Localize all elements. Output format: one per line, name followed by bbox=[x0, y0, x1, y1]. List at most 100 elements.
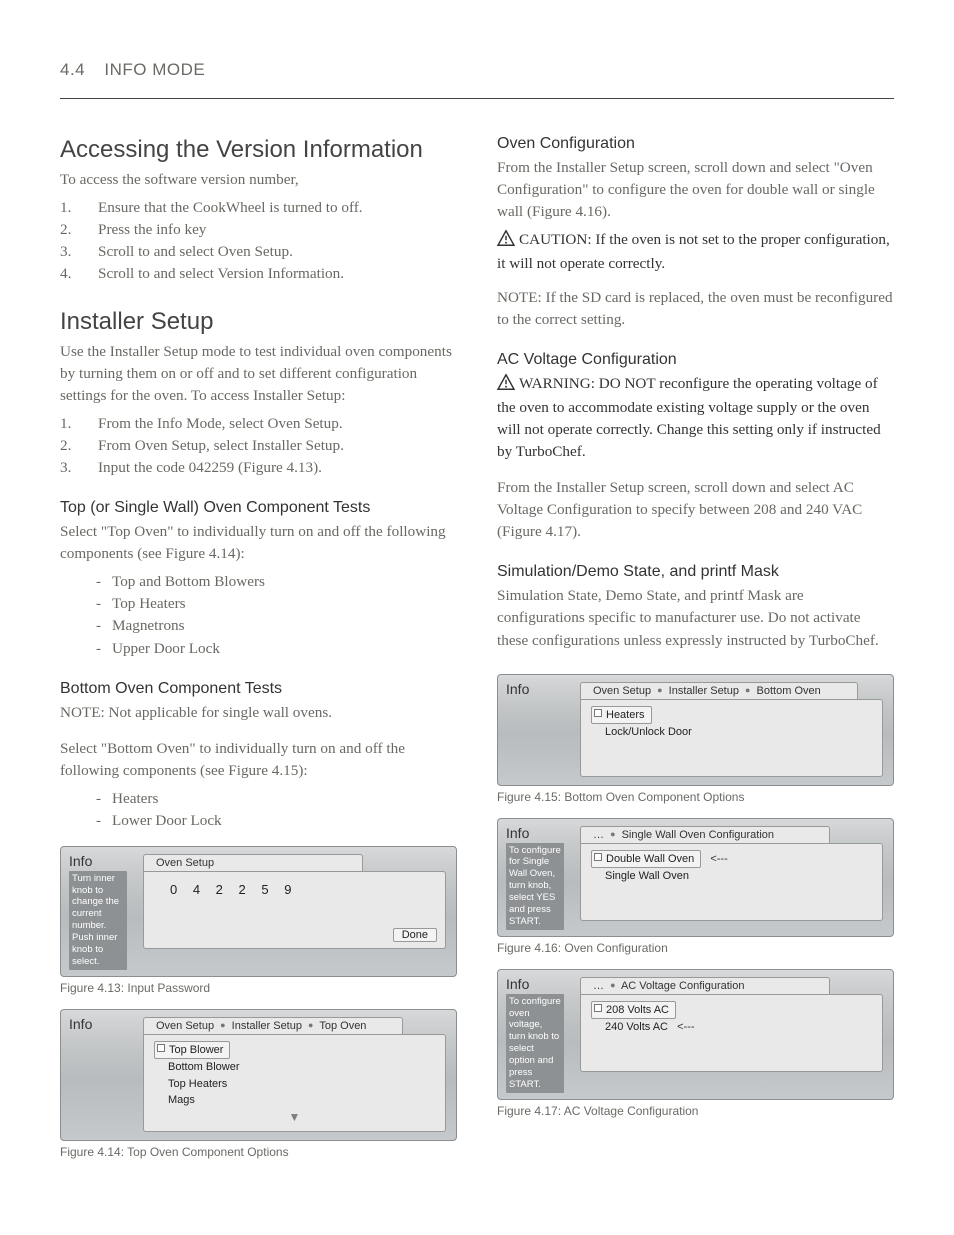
oven-config-intro: From the Installer Setup screen, scroll … bbox=[497, 157, 894, 223]
step: Scroll to and select Version Information… bbox=[60, 263, 457, 285]
list-item: Lower Door Lock bbox=[96, 810, 457, 832]
crumb: Installer Setup bbox=[669, 685, 739, 697]
figure-caption: Figure 4.14: Top Oven Component Options bbox=[60, 1145, 457, 1159]
menu-item[interactable]: Single Wall Oven bbox=[591, 868, 872, 885]
lcd-sidebar-note: Turn inner knob to change the current nu… bbox=[69, 871, 127, 970]
lcd-panel: Double Wall Oven <--- Single Wall Oven bbox=[580, 843, 883, 921]
crumb: AC Voltage Configuration bbox=[621, 980, 745, 992]
access-intro: To access the software version number, bbox=[60, 169, 457, 191]
lcd-title: Info bbox=[69, 1016, 127, 1032]
list-item: Top and Bottom Blowers bbox=[96, 571, 457, 593]
breadcrumb-sep-icon: ● bbox=[657, 685, 662, 695]
crumb: Bottom Oven bbox=[757, 685, 821, 697]
step: Scroll to and select Oven Setup. bbox=[60, 241, 457, 263]
figure-4-17: Info To configure oven voltage, turn kno… bbox=[497, 969, 894, 1118]
lcd-tab: … ● Single Wall Oven Configuration bbox=[580, 826, 830, 843]
list-item: Magnetrons bbox=[96, 615, 457, 637]
left-column: Accessing the Version Information To acc… bbox=[60, 135, 457, 1159]
oven-config-caution: CAUTION: If the oven is not set to the p… bbox=[497, 229, 894, 275]
crumb: Oven Setup bbox=[156, 1020, 214, 1032]
figure-4-14: Info Oven Setup ● Installer Setup ● Top … bbox=[60, 1009, 457, 1159]
selection-arrow-icon: <--- bbox=[710, 853, 727, 865]
done-button[interactable]: Done bbox=[393, 928, 437, 942]
oven-config-note: NOTE: If the SD card is replaced, the ov… bbox=[497, 287, 894, 331]
list-item: Heaters bbox=[96, 788, 457, 810]
warning-icon bbox=[497, 374, 515, 397]
lcd-panel: 208 Volts AC 240 Volts AC <--- bbox=[580, 994, 883, 1072]
menu-item[interactable]: Lock/Unlock Door bbox=[591, 724, 872, 741]
lcd-sidebar-note: To configure for Single Wall Oven, turn … bbox=[506, 843, 564, 930]
installer-steps: From the Info Mode, select Oven Setup. F… bbox=[60, 413, 457, 479]
lcd-tab-label: Oven Setup bbox=[156, 857, 214, 869]
figure-4-16: Info To configure for Single Wall Oven, … bbox=[497, 818, 894, 955]
selection-arrow-icon: <--- bbox=[677, 1021, 694, 1033]
menu-item[interactable]: Top Heaters bbox=[154, 1076, 435, 1093]
section-title: INFO MODE bbox=[104, 60, 205, 79]
lcd-panel: Heaters Lock/Unlock Door bbox=[580, 699, 883, 777]
warning-icon bbox=[497, 230, 515, 253]
sim-demo-body: Simulation State, Demo State, and printf… bbox=[497, 585, 894, 651]
heading-installer-setup: Installer Setup bbox=[60, 307, 457, 337]
figure-4-15: Info Oven Setup ● Installer Setup ● Bott… bbox=[497, 674, 894, 804]
password-code: 0 4 2 2 5 9 bbox=[154, 878, 435, 897]
crumb: Installer Setup bbox=[232, 1020, 302, 1032]
figure-4-13: Info Turn inner knob to change the curre… bbox=[60, 846, 457, 995]
heading-oven-config: Oven Configuration bbox=[497, 135, 894, 153]
heading-access-version: Accessing the Version Information bbox=[60, 135, 457, 165]
crumb: Single Wall Oven Configuration bbox=[622, 829, 774, 841]
menu-item[interactable]: 240 Volts AC <--- bbox=[591, 1019, 872, 1036]
lcd-tab: … ● AC Voltage Configuration bbox=[580, 977, 830, 994]
menu-item-selected[interactable]: Heaters bbox=[591, 706, 652, 725]
heading-ac-config: AC Voltage Configuration bbox=[497, 351, 894, 369]
crumb: … bbox=[593, 980, 604, 992]
breadcrumb-sep-icon: ● bbox=[610, 829, 615, 839]
step: Ensure that the CookWheel is turned to o… bbox=[60, 197, 457, 219]
crumb: Oven Setup bbox=[593, 685, 651, 697]
breadcrumb-sep-icon: ● bbox=[610, 980, 615, 990]
top-tests-list: Top and Bottom Blowers Top Heaters Magne… bbox=[96, 571, 457, 659]
ac-intro: From the Installer Setup screen, scroll … bbox=[497, 477, 894, 543]
figure-caption: Figure 4.17: AC Voltage Configuration bbox=[497, 1104, 894, 1118]
menu-item[interactable]: Mags bbox=[154, 1092, 435, 1109]
menu-item-selected[interactable]: Double Wall Oven bbox=[591, 850, 701, 869]
lcd-panel: Top Blower Bottom Blower Top Heaters Mag… bbox=[143, 1034, 446, 1132]
step: From Oven Setup, select Installer Setup. bbox=[60, 435, 457, 457]
installer-intro: Use the Installer Setup mode to test ind… bbox=[60, 341, 457, 407]
breadcrumb-sep-icon: ● bbox=[308, 1020, 313, 1030]
lcd-tab: Oven Setup ● Installer Setup ● Bottom Ov… bbox=[580, 682, 858, 699]
step: From the Info Mode, select Oven Setup. bbox=[60, 413, 457, 435]
lcd-tab: Oven Setup ● Installer Setup ● Top Oven bbox=[143, 1017, 403, 1034]
warning-text: WARNING: DO NOT reconfigure the operatin… bbox=[497, 375, 881, 460]
bottom-tests-note: NOTE: Not applicable for single wall ove… bbox=[60, 702, 457, 724]
crumb: Top Oven bbox=[319, 1020, 366, 1032]
access-steps: Ensure that the CookWheel is turned to o… bbox=[60, 197, 457, 285]
menu-item-selected[interactable]: 208 Volts AC bbox=[591, 1001, 676, 1020]
step: Press the info key bbox=[60, 219, 457, 241]
step: Input the code 042259 (Figure 4.13). bbox=[60, 457, 457, 479]
figure-caption: Figure 4.15: Bottom Oven Component Optio… bbox=[497, 790, 894, 804]
lcd-title: Info bbox=[506, 825, 564, 841]
top-tests-intro: Select "Top Oven" to individually turn o… bbox=[60, 521, 457, 565]
lcd-panel: 0 4 2 2 5 9 Done bbox=[143, 871, 446, 949]
menu-item-label: 240 Volts AC bbox=[605, 1021, 668, 1033]
caution-text: CAUTION: If the oven is not set to the p… bbox=[497, 231, 890, 272]
lcd-title: Info bbox=[506, 681, 564, 697]
menu-item-selected[interactable]: Top Blower bbox=[154, 1041, 230, 1060]
bottom-tests-list: Heaters Lower Door Lock bbox=[96, 788, 457, 832]
breadcrumb-sep-icon: ● bbox=[220, 1020, 225, 1030]
lcd-title: Info bbox=[69, 853, 127, 869]
breadcrumb-sep-icon: ● bbox=[745, 685, 750, 695]
page-header: 4.4 INFO MODE bbox=[60, 60, 894, 99]
heading-sim-demo: Simulation/Demo State, and printf Mask bbox=[497, 563, 894, 581]
figure-caption: Figure 4.16: Oven Configuration bbox=[497, 941, 894, 955]
scroll-down-icon: ▼ bbox=[154, 1111, 435, 1123]
ac-warning: WARNING: DO NOT reconfigure the operatin… bbox=[497, 373, 894, 463]
figure-caption: Figure 4.13: Input Password bbox=[60, 981, 457, 995]
menu-item[interactable]: Bottom Blower bbox=[154, 1059, 435, 1076]
bottom-tests-intro: Select "Bottom Oven" to individually tur… bbox=[60, 738, 457, 782]
heading-bottom-tests: Bottom Oven Component Tests bbox=[60, 680, 457, 698]
list-item: Upper Door Lock bbox=[96, 638, 457, 660]
crumb: … bbox=[593, 829, 604, 841]
right-column: Oven Configuration From the Installer Se… bbox=[497, 135, 894, 1159]
list-item: Top Heaters bbox=[96, 593, 457, 615]
